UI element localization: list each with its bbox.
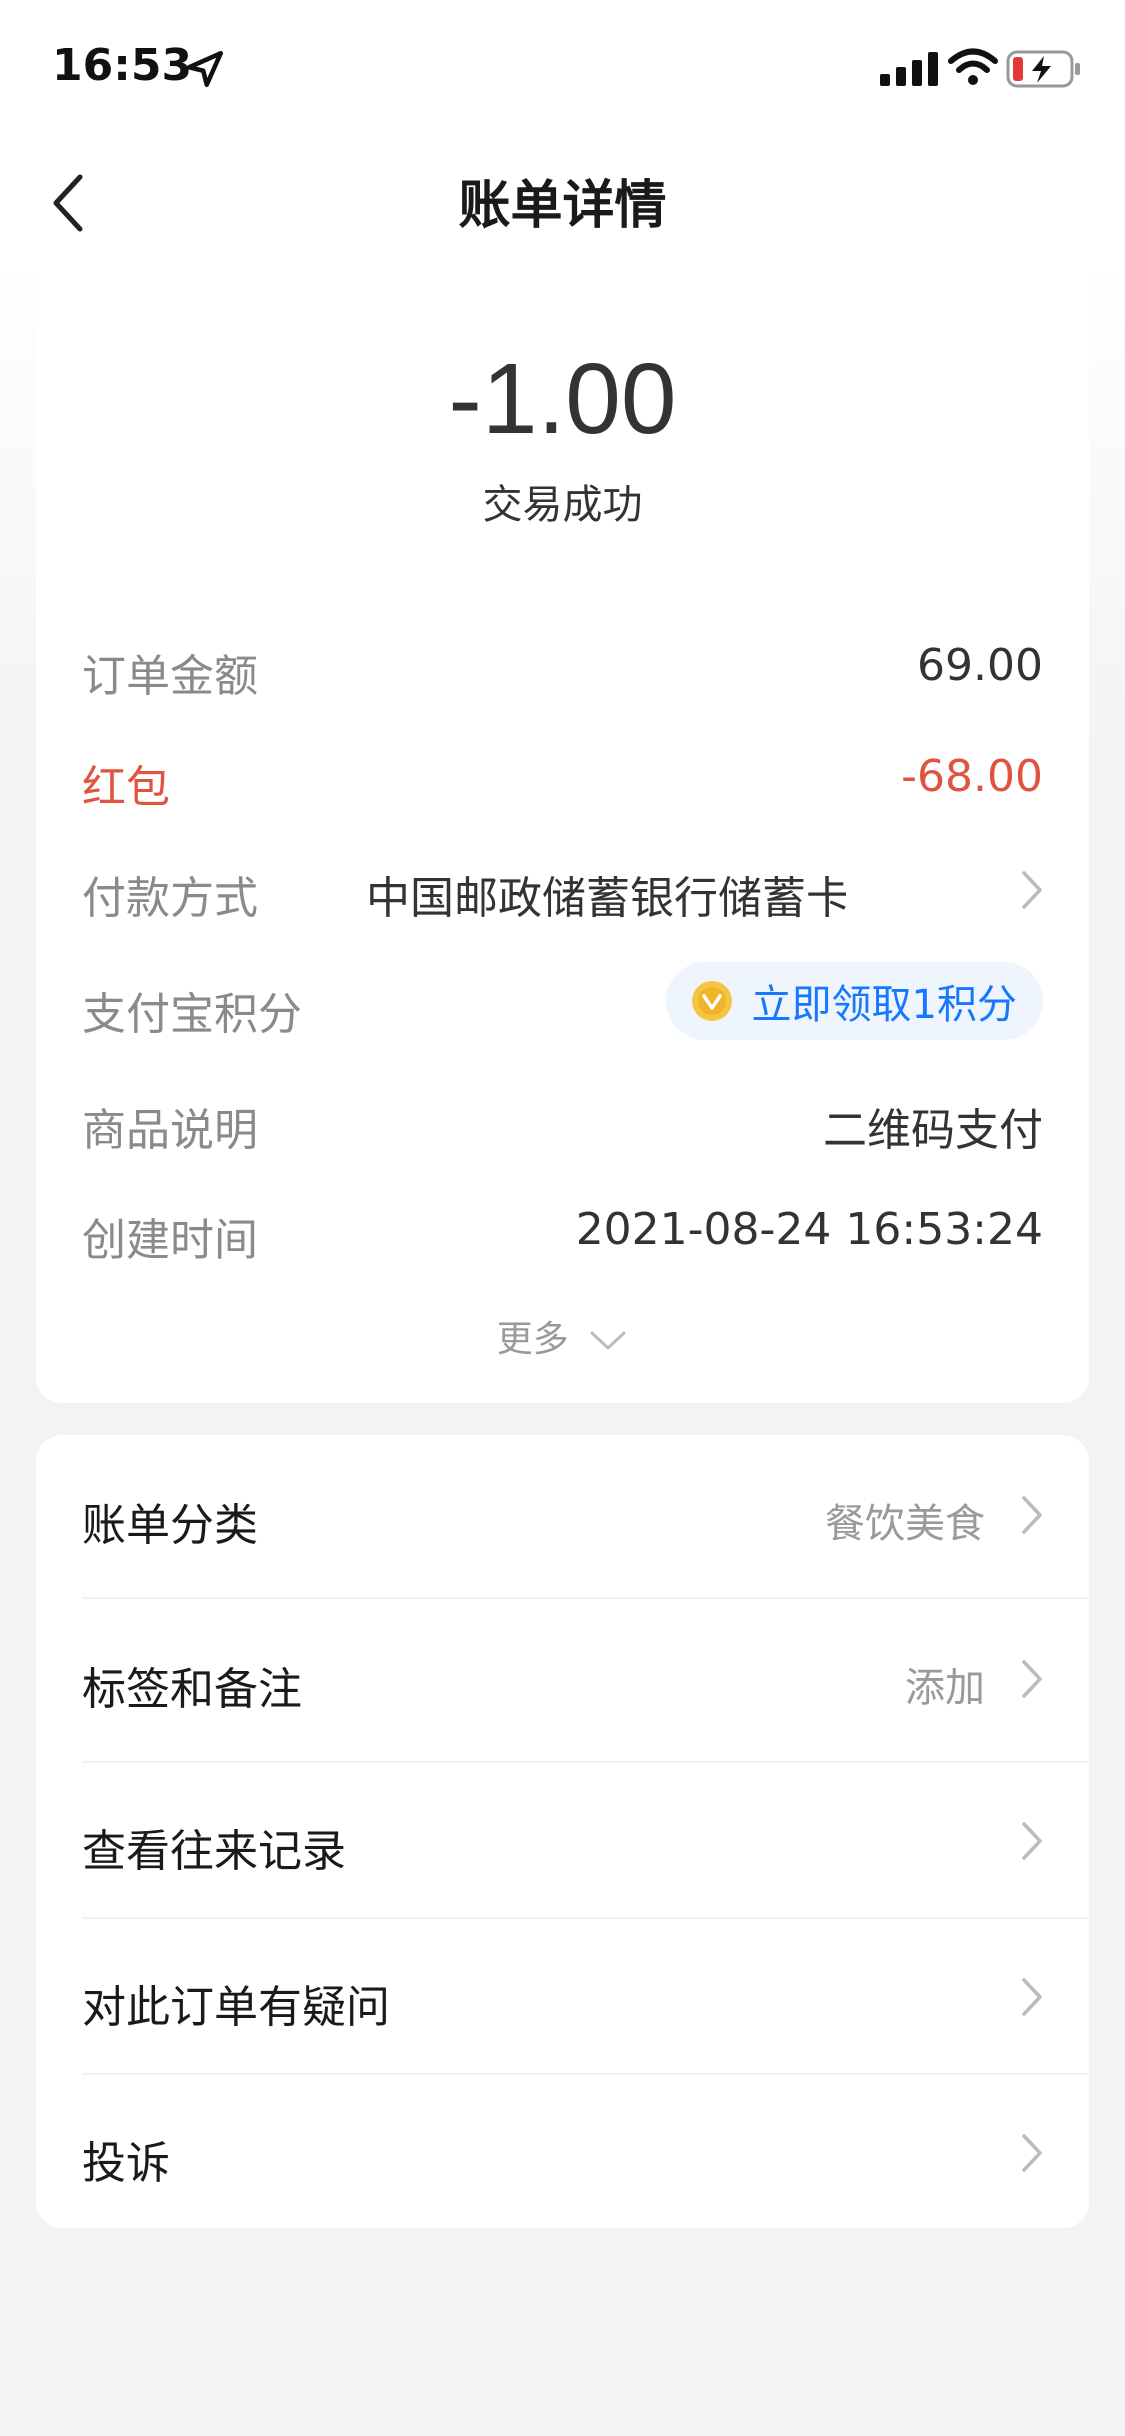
page-title: 账单详情 bbox=[458, 176, 667, 236]
red-packet-value: -68.00 bbox=[901, 751, 1043, 802]
alipay-points-label: 支付宝积分 bbox=[82, 989, 302, 1040]
more-label: 更多 bbox=[496, 1319, 569, 1360]
location-arrow-icon bbox=[186, 50, 224, 88]
chevron-right-icon bbox=[1022, 2134, 1042, 2172]
transaction-status: 交易成功 bbox=[482, 482, 643, 528]
option-transaction-history[interactable]: 查看往来记录 bbox=[36, 1761, 1089, 1921]
order-amount-row: 订单金额 69.00 bbox=[36, 628, 1089, 708]
option-bill-category[interactable]: 账单分类 餐饮美食 bbox=[36, 1435, 1089, 1595]
payment-method-row[interactable]: 付款方式 中国邮政储蓄银行储蓄卡 bbox=[36, 850, 1089, 930]
wifi-icon bbox=[948, 48, 998, 85]
order-amount-label: 订单金额 bbox=[82, 651, 258, 702]
claim-points-label: 立即领取1积分 bbox=[751, 982, 1017, 1028]
chevron-right-icon bbox=[1022, 1978, 1042, 2016]
product-desc-row: 商品说明 二维码支付 bbox=[36, 1082, 1089, 1162]
option-label: 账单分类 bbox=[82, 1500, 258, 1551]
claim-points-button[interactable]: 立即领取1积分 bbox=[665, 962, 1043, 1040]
option-complaint[interactable]: 投诉 bbox=[36, 2073, 1089, 2233]
option-label: 投诉 bbox=[82, 2138, 170, 2189]
created-time-value: 2021-08-24 16:53:24 bbox=[575, 1204, 1043, 1255]
payment-method-label: 付款方式 bbox=[82, 873, 258, 924]
chevron-right-icon bbox=[1022, 871, 1042, 909]
chevron-down-icon bbox=[590, 1331, 626, 1350]
option-tags-notes[interactable]: 标签和备注 添加 bbox=[36, 1599, 1089, 1759]
chevron-right-icon bbox=[1022, 1660, 1042, 1698]
transaction-amount: -1.00 bbox=[448, 343, 677, 455]
bill-summary-card: -1.00 交易成功 订单金额 69.00 红包 -68.00 付款方式 中国邮… bbox=[36, 260, 1089, 1403]
status-time: 16:53 bbox=[52, 40, 193, 91]
more-button[interactable]: 更多 bbox=[36, 1310, 1089, 1362]
cellular-signal-icon bbox=[880, 52, 938, 86]
option-order-question[interactable]: 对此订单有疑问 bbox=[36, 1917, 1089, 2077]
chevron-right-icon bbox=[1022, 1822, 1042, 1860]
red-packet-label: 红包 bbox=[82, 762, 170, 813]
nav-bar: 账单详情 bbox=[0, 135, 1125, 265]
order-amount-value: 69.00 bbox=[917, 640, 1043, 691]
points-coin-icon bbox=[691, 981, 732, 1021]
product-desc-label: 商品说明 bbox=[82, 1105, 258, 1156]
option-label: 对此订单有疑问 bbox=[82, 1982, 390, 2033]
option-value: 餐饮美食 bbox=[825, 1501, 985, 1547]
bill-options-card: 账单分类 餐饮美食 标签和备注 添加 查看往来记录 对此订单有疑问 投诉 bbox=[36, 1435, 1089, 2228]
option-label: 标签和备注 bbox=[82, 1664, 302, 1715]
option-value: 添加 bbox=[905, 1665, 985, 1711]
chevron-right-icon bbox=[1022, 1496, 1042, 1534]
red-packet-row: 红包 -68.00 bbox=[36, 739, 1089, 819]
alipay-points-row: 支付宝积分 立即领取1积分 bbox=[36, 962, 1089, 1046]
created-time-row: 创建时间 2021-08-24 16:53:24 bbox=[36, 1192, 1089, 1272]
bill-detail-page: 16:53 账单详情 -1.00 交易成功 订单金额 69.00 红包 -68.… bbox=[0, 0, 1125, 2436]
payment-method-value: 中国邮政储蓄银行储蓄卡 bbox=[366, 873, 846, 924]
created-time-label: 创建时间 bbox=[82, 1215, 258, 1266]
battery-icon bbox=[1006, 50, 1080, 88]
product-desc-value: 二维码支付 bbox=[823, 1105, 1043, 1156]
option-label: 查看往来记录 bbox=[82, 1826, 346, 1877]
status-bar: 16:53 bbox=[0, 0, 1125, 135]
